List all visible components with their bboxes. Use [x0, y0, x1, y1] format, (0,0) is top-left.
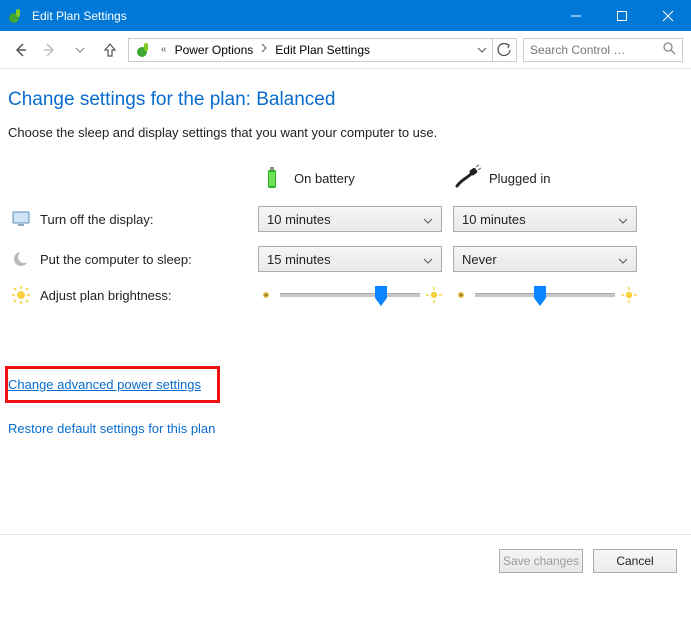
minimize-button[interactable]: [553, 0, 599, 31]
search-icon: [663, 42, 676, 58]
display-off-plugged-value: 10 minutes: [462, 212, 526, 227]
breadcrumb[interactable]: « Power Options Edit Plan Settings: [128, 38, 517, 62]
chevron-down-icon: [423, 212, 433, 227]
brightness-plugged-slider[interactable]: [453, 287, 637, 303]
navigation-toolbar: « Power Options Edit Plan Settings Searc…: [0, 31, 691, 69]
sun-dim-icon: [453, 287, 469, 303]
breadcrumb-root[interactable]: Power Options: [171, 43, 258, 57]
tutorial-highlight-box: Change advanced power settings: [5, 366, 220, 403]
nav-forward-button[interactable]: [38, 38, 62, 62]
battery-icon: [258, 164, 286, 192]
monitor-icon: [12, 210, 30, 228]
column-header-battery: On battery: [294, 171, 355, 186]
sun-bright-icon: [426, 287, 442, 303]
chevron-down-icon: [423, 252, 433, 267]
sleep-battery-dropdown[interactable]: 15 minutes: [258, 246, 442, 272]
chevron-down-icon: [618, 212, 628, 227]
page-subheading: Choose the sleep and display settings th…: [8, 125, 683, 164]
sleep-battery-value: 15 minutes: [267, 252, 331, 267]
chevron-down-icon: [618, 252, 628, 267]
sleep-plugged-dropdown[interactable]: Never: [453, 246, 637, 272]
window-title: Edit Plan Settings: [32, 9, 553, 23]
display-off-plugged-dropdown[interactable]: 10 minutes: [453, 206, 637, 232]
sun-bright-icon: [621, 287, 637, 303]
power-options-icon: [135, 41, 153, 59]
nav-history-dropdown[interactable]: [68, 38, 92, 62]
nav-up-button[interactable]: [98, 38, 122, 62]
advanced-settings-link[interactable]: Change advanced power settings: [8, 377, 201, 392]
column-header-plugged: Plugged in: [489, 171, 550, 186]
nav-back-button[interactable]: [8, 38, 32, 62]
row-label-brightness: Adjust plan brightness:: [40, 288, 172, 303]
sun-dim-icon: [258, 287, 274, 303]
content-area: Change settings for the plan: Balanced C…: [0, 69, 691, 436]
row-label-sleep: Put the computer to sleep:: [40, 252, 192, 267]
chevron-right-icon: [257, 44, 271, 55]
close-button[interactable]: [645, 0, 691, 31]
window-titlebar: Edit Plan Settings: [0, 0, 691, 31]
breadcrumb-current[interactable]: Edit Plan Settings: [271, 43, 374, 57]
page-heading: Change settings for the plan: Balanced: [8, 89, 683, 125]
display-off-battery-dropdown[interactable]: 10 minutes: [258, 206, 442, 232]
cancel-button[interactable]: Cancel: [593, 549, 677, 573]
moon-icon: [12, 250, 30, 268]
save-button[interactable]: Save changes: [499, 549, 583, 573]
sun-icon: [12, 286, 30, 304]
search-placeholder: Search Control …: [530, 43, 625, 57]
display-off-battery-value: 10 minutes: [267, 212, 331, 227]
restore-defaults-link[interactable]: Restore default settings for this plan: [8, 421, 215, 436]
footer-buttons: Save changes Cancel: [0, 534, 691, 573]
refresh-button[interactable]: [492, 38, 514, 62]
sleep-plugged-value: Never: [462, 252, 497, 267]
plug-icon: [453, 164, 481, 192]
breadcrumb-sep-icon: «: [157, 44, 171, 55]
app-icon: [8, 8, 24, 24]
row-label-display: Turn off the display:: [40, 212, 153, 227]
breadcrumb-dropdown[interactable]: [472, 45, 492, 55]
search-input[interactable]: Search Control …: [523, 38, 683, 62]
maximize-button[interactable]: [599, 0, 645, 31]
brightness-battery-slider[interactable]: [258, 287, 442, 303]
